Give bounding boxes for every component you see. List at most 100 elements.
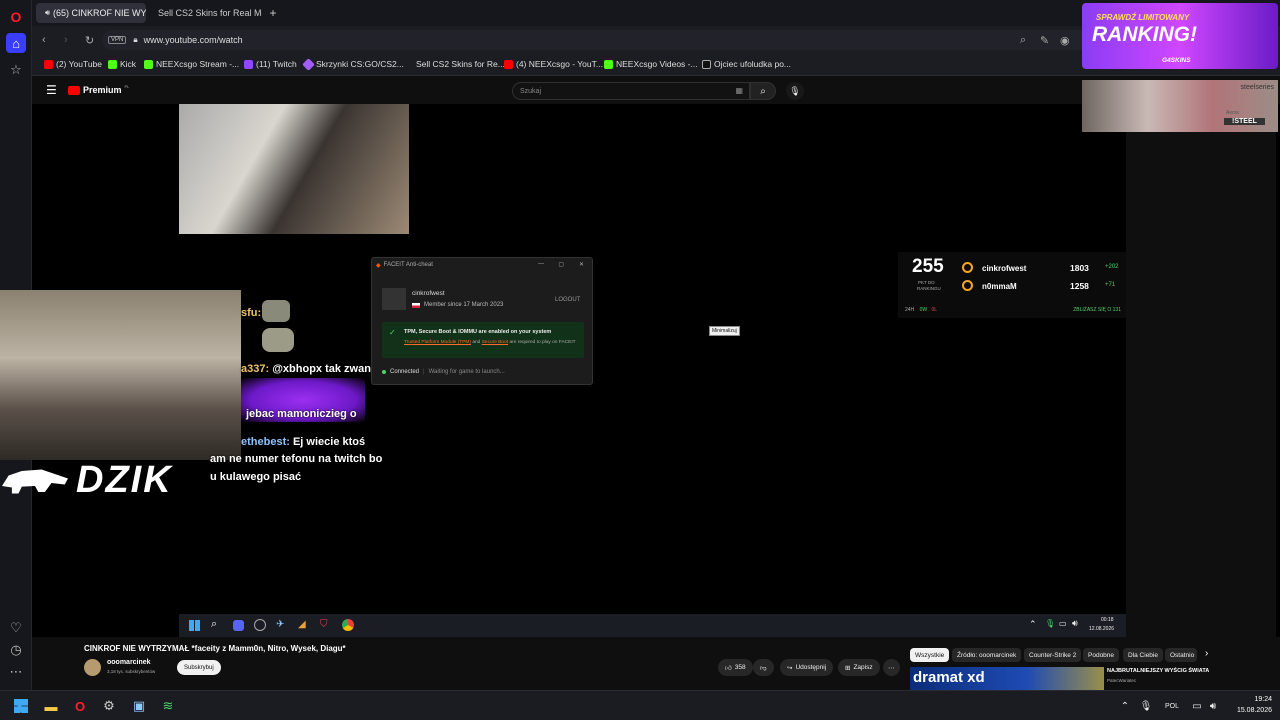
bookmark[interactable]: Ojciec ufoludka po... [702, 59, 791, 69]
microphone-icon[interactable]: 🎙︎ [786, 82, 804, 100]
microphone-icon[interactable]: 🎙︎ [1137, 697, 1155, 715]
tab-youtube[interactable]: 🔊︎ (65) CINKROF NIE WY [36, 3, 146, 23]
steelseries-ad[interactable]: steelseries Aerox !STEEL [1082, 80, 1278, 132]
steelseries-gg-icon[interactable]: ⚙ [100, 697, 118, 715]
close-icon[interactable]: ✕ [579, 261, 584, 268]
volume-icon[interactable]: 🔊︎ [1204, 697, 1222, 715]
recommended-title[interactable]: NAJBRUTALNIEJSZY WYŚCIG ŚWIATA [1107, 668, 1209, 674]
history-icon[interactable]: ◷ [6, 640, 26, 660]
language-text: POL [1164, 702, 1179, 710]
window-title: FACEIT Anti-cheat [383, 262, 433, 268]
share-button[interactable]: ↪ Udostępnij [780, 659, 834, 676]
bookmark[interactable]: NEEXcsgo Videos -... [604, 59, 698, 69]
thumbs-down-icon: 👎︎ [760, 664, 767, 672]
bookmark-label: (4) NEEXcsgo - YouT... [516, 59, 603, 69]
tab-sell-skins[interactable]: Sell CS2 Skins for Real Mo [152, 3, 262, 23]
player-elo: 1803 [1070, 263, 1089, 273]
new-tab-button[interactable]: + [264, 3, 282, 23]
chat-line: sfu: [241, 307, 261, 319]
g4skins-ad[interactable]: SPRAWDŹ LIMITOWANY RANKING! G4SKINS [1082, 3, 1278, 69]
url-field[interactable]: VPN 🔒︎ www.youtube.com/watch [102, 30, 1092, 50]
chip-recent[interactable]: Ostatnio [1165, 648, 1197, 662]
search-input[interactable]: Szukaj ▦ [512, 82, 750, 100]
opera-icon[interactable]: O [71, 697, 89, 715]
windows-start-icon [189, 620, 200, 631]
emote [262, 328, 294, 352]
subscribe-button[interactable]: Subskrybuj [177, 660, 221, 675]
video-clock-date: 12.08.2026 [1089, 626, 1115, 632]
more-icon[interactable]: ⋯ [6, 662, 26, 682]
tray-chevron-icon: ⌃ [1029, 619, 1037, 629]
youtube-logo[interactable]: Premium PL [68, 84, 129, 95]
camera-icon[interactable]: ◉ [1060, 34, 1070, 47]
bookmark[interactable]: Skrzynki CS:GO/CS2... [302, 57, 404, 71]
windows-start-icon[interactable] [12, 697, 30, 715]
system-clock[interactable]: 19:24 15.08.2026 [1226, 694, 1272, 716]
clock-time: 19:24 [1254, 696, 1272, 703]
search-icon[interactable]: ⌕ [1020, 34, 1026, 47]
logout-button[interactable]: LOGOUT [555, 297, 580, 303]
tpm-link[interactable]: Trusted Platform Module (TPM) [404, 340, 471, 345]
file-explorer-icon[interactable]: ▬ [42, 697, 60, 715]
lock-icon[interactable]: 🔒︎ [133, 35, 137, 45]
back-icon[interactable]: ‹ [42, 34, 46, 46]
logo-text: Premium [83, 85, 122, 95]
speaker-icon[interactable]: 🔊︎ [45, 8, 50, 18]
chip-for-you[interactable]: Dla Ciebie [1123, 648, 1163, 662]
vpn-badge[interactable]: VPN [108, 36, 127, 44]
chip-cs2[interactable]: Counter-Strike 2 [1024, 648, 1082, 662]
keyboard-icon[interactable]: ▦ [735, 86, 743, 95]
bookmark[interactable]: NEEXcsgo Stream -... [144, 59, 239, 69]
channel-avatar[interactable] [84, 659, 101, 676]
bookmark[interactable]: (11) Twitch [244, 59, 297, 69]
chat-line: a337: @xbhopx tak zwane [241, 363, 377, 375]
forward-icon[interactable]: › [64, 34, 68, 46]
video-clock-time: 00:18 [1101, 617, 1114, 623]
maximize-icon[interactable]: ▢ [558, 261, 564, 268]
stats-app-icon[interactable]: ≋ [159, 697, 177, 715]
star-icon[interactable]: ☆ [6, 60, 26, 80]
ad2-badge: !STEEL [1224, 118, 1265, 125]
opera-logo-icon[interactable]: O [6, 7, 26, 27]
save-button[interactable]: ⊞ Zapisz [838, 659, 880, 676]
more-icon: ⋯ [888, 664, 895, 672]
bookmark[interactable]: (4) NEEXcsgo - YouT... [504, 59, 603, 69]
edit-icon[interactable]: ✎ [1040, 34, 1049, 47]
language-indicator[interactable]: POL [1162, 697, 1182, 715]
home-icon[interactable]: ⌂ [6, 33, 26, 53]
tray-chevron-icon[interactable]: ⌃ [1116, 697, 1134, 715]
kick-icon [108, 59, 117, 69]
like-button[interactable]: 👍︎ 358 [718, 659, 753, 676]
recommended-thumbnail[interactable]: dramat xd [910, 667, 1104, 690]
dislike-button[interactable]: 👎︎ [753, 659, 774, 676]
recommended-channel[interactable]: PatecWariatec [1107, 678, 1136, 683]
chip-all[interactable]: Wszystkie [910, 648, 950, 662]
chip-label: Counter-Strike 2 [1029, 651, 1077, 659]
bookmark-label: (2) YouTube [56, 59, 102, 69]
clock-date: 15.08.2026 [1236, 707, 1272, 714]
points-label: PKT DO [918, 280, 935, 285]
chip-source[interactable]: Źródło: ooomarcinek [952, 648, 1022, 662]
bookmark[interactable]: (2) YouTube [44, 59, 102, 69]
connected-text: Connected [390, 369, 420, 375]
bookmark[interactable]: Kick [108, 59, 136, 69]
chat-text: Ej wiecie ktoś [292, 436, 366, 448]
heart-icon[interactable]: ♡ [6, 618, 26, 638]
more-actions-button[interactable]: ⋯ [883, 659, 900, 676]
bookmark[interactable]: Sell CS2 Skins for Re... [404, 59, 505, 69]
menu-icon[interactable]: ☰ [46, 83, 57, 97]
footer-progress: ZBLIŻASZ SIĘ O 131 [1073, 307, 1121, 313]
bookmark-label: (11) Twitch [256, 59, 297, 69]
ad2-product: Aerox [1226, 110, 1240, 116]
channel-name[interactable]: ooomarcinek [107, 659, 151, 666]
app-window-icon[interactable]: ▣ [130, 697, 148, 715]
discord-icon [233, 620, 244, 631]
minimize-icon[interactable]: — [538, 261, 544, 267]
secure-boot-link[interactable]: Secure Boot [482, 340, 508, 345]
search-button[interactable]: ⌕ [750, 82, 776, 100]
chip-similar[interactable]: Podobne [1083, 648, 1120, 662]
youtube-icon [44, 59, 53, 69]
chevron-right-icon[interactable]: › [1205, 648, 1208, 659]
footer-period: 24H [905, 307, 915, 313]
reload-icon[interactable]: ↻ [85, 34, 94, 47]
